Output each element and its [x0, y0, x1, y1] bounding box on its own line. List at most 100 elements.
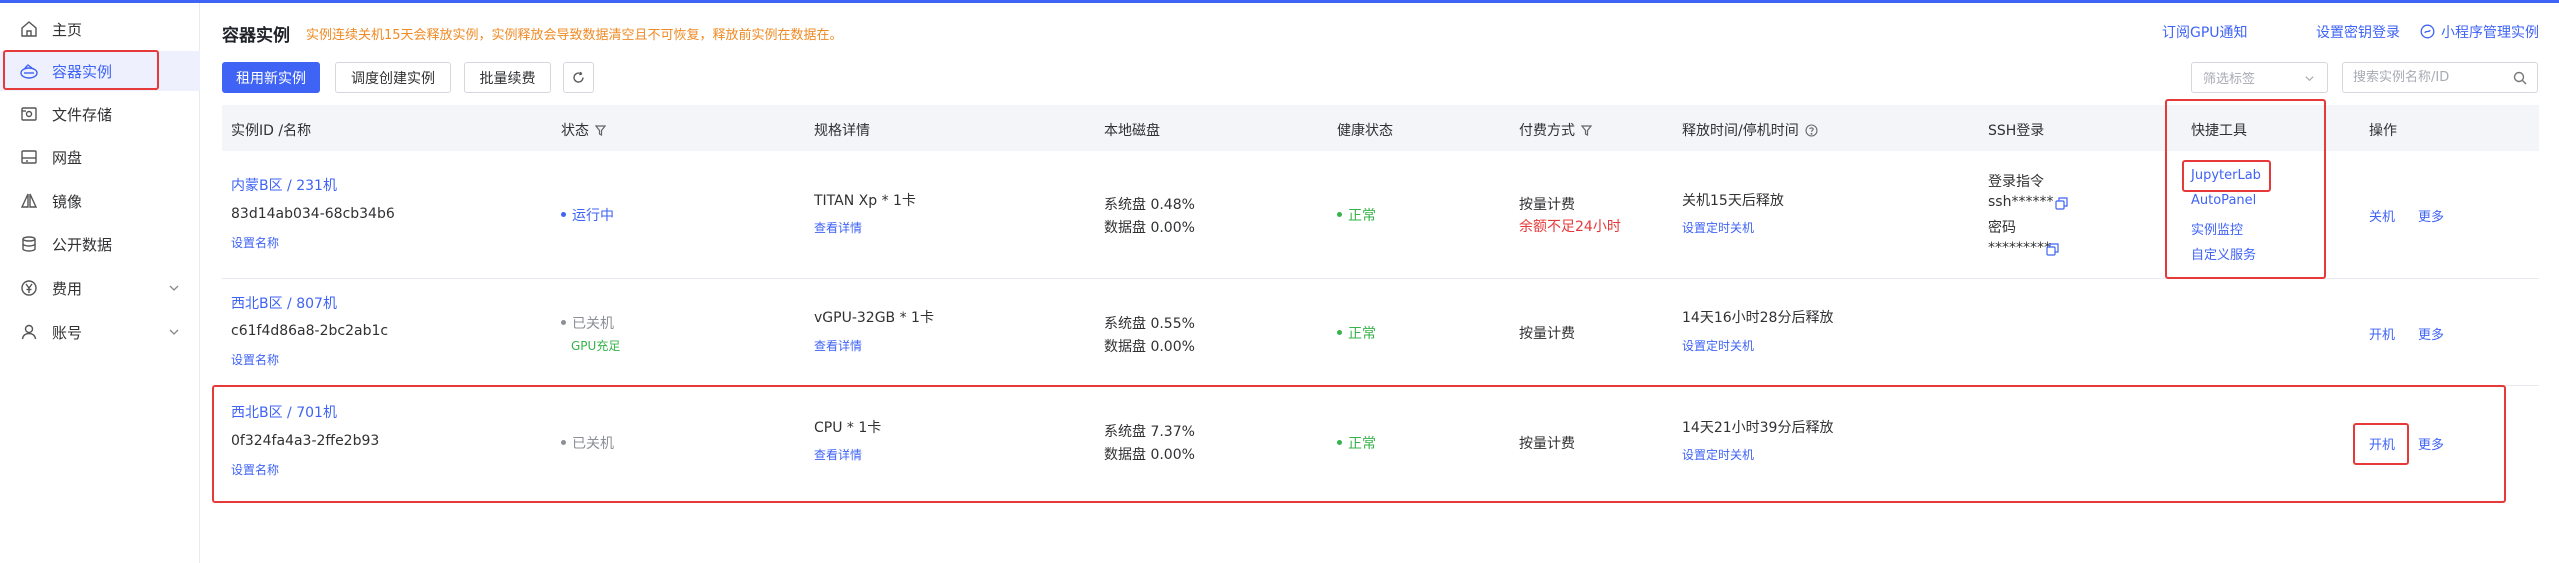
search-icon[interactable] — [2513, 71, 2527, 85]
sidebar-item-label: 费用 — [52, 279, 83, 298]
data-disk-usage: 数据盘 0.00% — [1104, 339, 1195, 355]
search-input[interactable] — [2343, 63, 2503, 92]
miniprogram-manage-link[interactable]: 小程序管理实例 — [2441, 22, 2539, 42]
set-name-link[interactable]: 设置名称 — [231, 351, 279, 368]
release-time: 关机15天后释放 — [1682, 193, 1784, 209]
miniprogram-icon — [2420, 24, 2435, 39]
subscribe-gpu-link[interactable]: 订阅GPU通知 — [2162, 22, 2248, 42]
copy-icon[interactable] — [2046, 243, 2059, 256]
col-header-id-name: 实例ID /名称 — [231, 123, 312, 139]
col-header-disk: 本地磁盘 — [1104, 123, 1160, 139]
health-status: 正常 — [1337, 205, 1376, 225]
set-name-link[interactable]: 设置名称 — [231, 461, 279, 478]
set-timed-shutdown-link[interactable]: 设置定时关机 — [1682, 446, 1754, 463]
status-badge: 已关机 — [561, 433, 614, 453]
sidebar: 主页 容器实例 文件存储 网盘 镜像 公开数据 费用 账号 — [0, 3, 200, 563]
ssh-password-label: 密码 — [1988, 220, 2016, 236]
status-badge: 运行中 — [561, 205, 614, 225]
sidebar-item-label: 镜像 — [52, 192, 83, 211]
billing-type: 按量计费 — [1519, 326, 1575, 342]
sidebar-item-containers[interactable]: 容器实例 — [0, 51, 200, 91]
health-status: 正常 — [1337, 323, 1376, 343]
sidebar-item-label: 公开数据 — [52, 235, 113, 254]
chevron-down-icon — [169, 329, 179, 335]
shutdown-button[interactable]: 关机 — [2369, 206, 2395, 225]
help-icon[interactable] — [1805, 123, 1818, 137]
set-name-link[interactable]: 设置名称 — [231, 234, 279, 251]
instance-region-link[interactable]: 西北B区 / 701机 — [231, 402, 337, 422]
instance-id: c61f4d86a8-2bc2ab1c — [231, 323, 389, 339]
page-title: 容器实例 — [222, 26, 290, 46]
balance-warning: 余额不足24小时 — [1519, 219, 1621, 235]
more-button[interactable]: 更多 — [2418, 206, 2444, 225]
more-button[interactable]: 更多 — [2418, 324, 2444, 343]
sidebar-item-label: 账号 — [52, 323, 83, 342]
sidebar-item-billing[interactable]: 费用 — [0, 268, 200, 308]
release-time: 14天16小时28分后释放 — [1682, 310, 1834, 326]
database-icon — [19, 234, 39, 254]
sidebar-item-home[interactable]: 主页 — [0, 9, 200, 49]
sidebar-item-file-storage[interactable]: 文件存储 — [0, 94, 200, 134]
data-disk-usage: 数据盘 0.00% — [1104, 447, 1195, 463]
spec-text: CPU * 1卡 — [814, 420, 882, 436]
col-header-tools: 快捷工具 — [2191, 123, 2247, 139]
sidebar-item-account[interactable]: 账号 — [0, 312, 200, 352]
spec-detail-link[interactable]: 查看详情 — [814, 446, 862, 463]
start-button[interactable]: 开机 — [2369, 324, 2395, 343]
ssh-command-label: 登录指令 — [1988, 174, 2044, 190]
set-timed-shutdown-link[interactable]: 设置定时关机 — [1682, 337, 1754, 354]
sidebar-item-label: 容器实例 — [52, 62, 113, 81]
billing-type: 按量计费 — [1519, 436, 1575, 452]
spec-detail-link[interactable]: 查看详情 — [814, 337, 862, 354]
col-header-release: 释放时间/停机时间 — [1682, 120, 1818, 140]
system-disk-usage: 系统盘 0.48% — [1104, 197, 1195, 213]
tool-monitor-link[interactable]: 实例监控 — [2191, 219, 2243, 238]
file-storage-icon — [19, 104, 39, 124]
copy-icon[interactable] — [2055, 197, 2068, 210]
row-divider — [222, 385, 2539, 386]
refresh-icon — [573, 71, 584, 83]
chevron-down-icon — [169, 285, 179, 291]
rent-new-instance-button[interactable]: 租用新实例 — [222, 62, 320, 93]
col-header-actions: 操作 — [2369, 123, 2397, 139]
col-header-health: 健康状态 — [1337, 123, 1393, 139]
filter-icon[interactable] — [1581, 124, 1592, 136]
health-status: 正常 — [1337, 433, 1376, 453]
sidebar-item-label: 文件存储 — [52, 105, 113, 124]
set-timed-shutdown-link[interactable]: 设置定时关机 — [1682, 219, 1754, 236]
data-disk-usage: 数据盘 0.00% — [1104, 220, 1195, 236]
set-key-login-link[interactable]: 设置密钥登录 — [2316, 22, 2400, 42]
user-icon — [19, 322, 39, 342]
sidebar-item-netdisk[interactable]: 网盘 — [0, 137, 200, 177]
tool-custom-service-link[interactable]: 自定义服务 — [2191, 244, 2256, 263]
col-header-ssh: SSH登录 — [1988, 123, 2045, 139]
tag-filter-select[interactable]: 筛选标签 — [2191, 62, 2328, 93]
more-button[interactable]: 更多 — [2418, 434, 2444, 453]
schedule-create-button[interactable]: 调度创建实例 — [335, 62, 451, 93]
row-divider — [222, 278, 2539, 279]
start-button[interactable]: 开机 — [2369, 434, 2395, 453]
search-box — [2342, 62, 2538, 93]
filter-icon[interactable] — [595, 124, 606, 136]
container-icon — [19, 61, 39, 81]
tool-jupyterlab-link[interactable]: JupyterLab — [2191, 168, 2261, 183]
col-header-billing: 付费方式 — [1519, 120, 1592, 140]
yuan-icon — [19, 278, 39, 298]
spec-text: vGPU-32GB * 1卡 — [814, 310, 934, 326]
sidebar-item-label: 主页 — [52, 20, 83, 39]
ssh-command: ssh****** — [1988, 194, 2054, 210]
instance-id: 83d14ab034-68cb34b6 — [231, 206, 395, 222]
instance-region-link[interactable]: 内蒙B区 / 231机 — [231, 175, 337, 195]
tag-filter-placeholder: 筛选标签 — [2203, 72, 2256, 87]
batch-renew-button[interactable]: 批量续费 — [464, 62, 551, 93]
chevron-down-icon — [2305, 76, 2314, 82]
tool-autopanel-link[interactable]: AutoPanel — [2191, 193, 2256, 208]
instance-region-link[interactable]: 西北B区 / 807机 — [231, 293, 337, 313]
spec-detail-link[interactable]: 查看详情 — [814, 219, 862, 236]
netdisk-icon — [19, 147, 39, 167]
image-icon — [19, 191, 39, 211]
refresh-button[interactable] — [563, 62, 594, 93]
sidebar-item-images[interactable]: 镜像 — [0, 181, 200, 221]
sidebar-item-public-data[interactable]: 公开数据 — [0, 224, 200, 264]
spec-text: TITAN Xp * 1卡 — [814, 193, 916, 209]
